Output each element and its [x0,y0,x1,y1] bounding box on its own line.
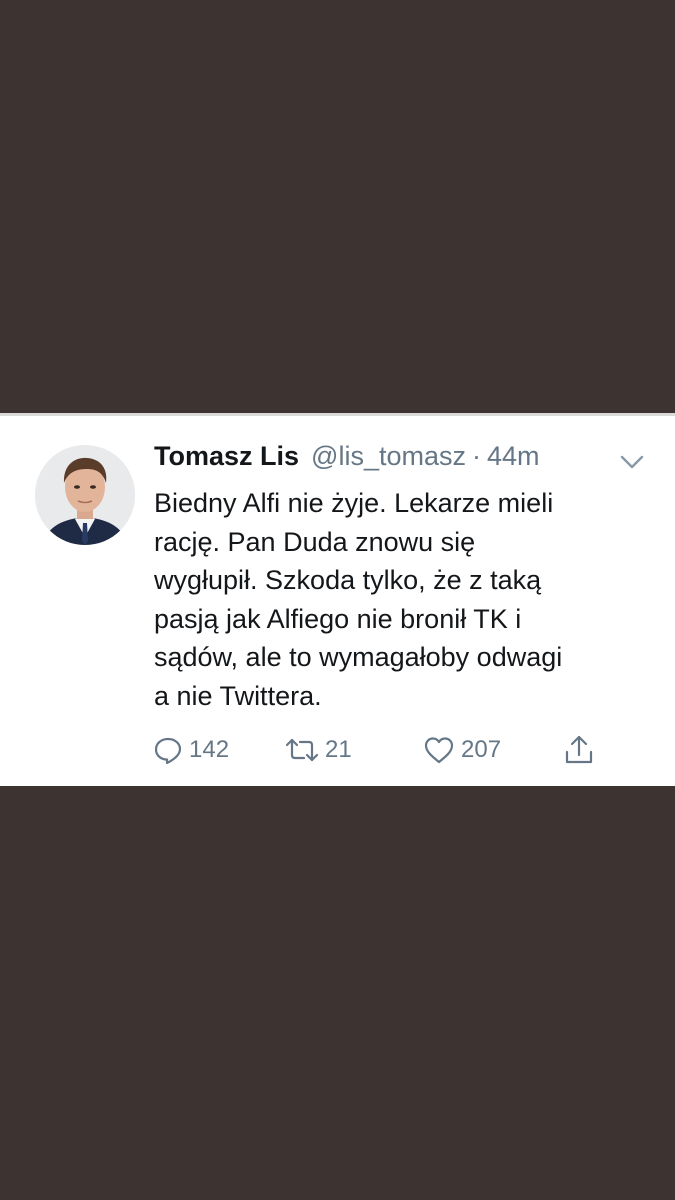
retweet-button[interactable]: 21 [285,730,352,770]
timestamp[interactable]: 44m [487,441,540,472]
retweet-icon [285,735,319,765]
tweet-actions: 142 21 207 [153,730,613,770]
share-button[interactable] [563,730,595,770]
top-background [0,0,675,413]
retweet-count: 21 [325,736,352,763]
chevron-down-icon[interactable] [620,454,644,470]
author-handle[interactable]: @lis_tomasz [311,441,466,472]
reply-button[interactable]: 142 [153,730,229,770]
separator-dot: · [472,441,481,471]
bottom-background [0,786,675,1200]
like-count: 207 [461,736,502,763]
reply-icon [153,735,183,765]
like-button[interactable]: 207 [423,730,501,770]
author-name[interactable]: Tomasz Lis [154,441,299,472]
share-icon [563,734,595,766]
reply-count: 142 [189,736,230,763]
tweet-text: Biedny Alfi nie żyje. Lekarze mieli racj… [154,488,563,711]
tweet-header: Tomasz Lis @lis_tomasz · 44m [154,441,540,481]
heart-icon [423,735,455,765]
tweet-card[interactable]: Tomasz Lis @lis_tomasz · 44m Biedny Alfi… [0,413,675,786]
avatar[interactable] [35,445,135,545]
